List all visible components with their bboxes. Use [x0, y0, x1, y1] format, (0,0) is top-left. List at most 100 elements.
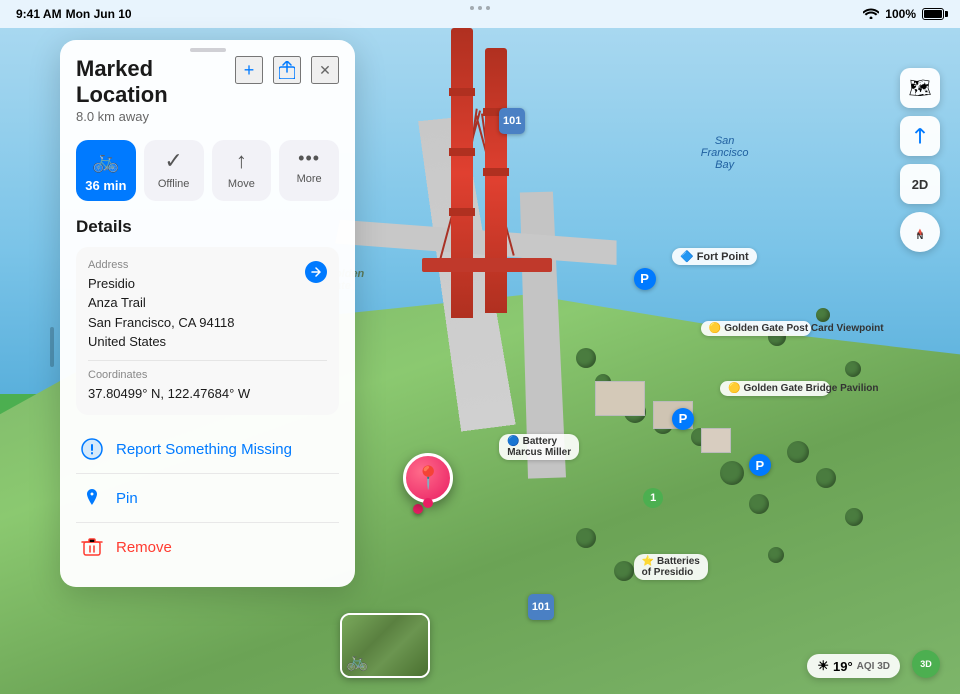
battery-label: 🔵BatteryMarcus Miller [499, 434, 579, 460]
status-bar: 9:41 AM Mon Jun 10 100% [0, 0, 960, 28]
bridge-deck [422, 258, 552, 272]
aqi-text: AQI 3D [857, 661, 890, 672]
directions-button[interactable] [900, 116, 940, 156]
remove-item[interactable]: Remove [76, 523, 339, 571]
address-content: Address Presidio Anza Trail San Francisc… [88, 259, 234, 352]
tree [787, 441, 809, 463]
status-left: 9:41 AM Mon Jun 10 [16, 7, 132, 21]
parking-badge-1: P [634, 268, 656, 290]
2d-view-button[interactable]: 2D [900, 164, 940, 204]
offline-icon: ✓ [164, 148, 182, 174]
action-buttons: 🚲 36 min ✓ Offline ↑ Move ••• More [76, 140, 339, 201]
report-missing-label: Report Something Missing [116, 441, 292, 458]
menu-items: Report Something Missing Pin Remove [76, 425, 339, 571]
top-dots [470, 6, 490, 10]
coordinates-label: Coordinates [88, 369, 327, 381]
thumbnail-icon: 🚲 [346, 651, 368, 672]
map-controls: 🗺 2D ▲ N [900, 68, 940, 252]
dot-3 [486, 6, 490, 10]
move-button[interactable]: ↑ Move [212, 140, 272, 201]
tree [749, 494, 769, 514]
offline-button[interactable]: ✓ Offline [144, 140, 204, 201]
panel-title: Marked Location [76, 56, 235, 109]
address-value: Presidio Anza Trail San Francisco, CA 94… [88, 274, 234, 352]
drag-indicator [190, 48, 226, 52]
bridge-tower-right [485, 48, 507, 313]
highway-101-bottom: 101 [528, 594, 554, 620]
sf-bay-label: SanFranciscoBay [701, 135, 749, 171]
coordinates-value: 37.80499° N, 122.47684° W [88, 384, 327, 404]
report-missing-item[interactable]: Report Something Missing [76, 425, 339, 474]
share-button[interactable] [273, 56, 301, 84]
panel-subtitle: 8.0 km away [76, 109, 235, 124]
weather-badge: ☀ 19° AQI 3D [807, 654, 900, 678]
compass-n-label: N [917, 231, 924, 241]
batteries-label: ⭐Batteriesof Presidio [634, 554, 708, 580]
cycling-button[interactable]: 🚲 36 min [76, 140, 136, 201]
address-link-icon[interactable] [305, 261, 327, 283]
add-button[interactable]: + [235, 56, 263, 84]
address-row: Address Presidio Anza Trail San Francisc… [88, 259, 327, 352]
pin-item[interactable]: Pin [76, 474, 339, 523]
pin-label: Pin [116, 490, 138, 507]
move-label: Move [228, 178, 255, 190]
trash-icon [80, 535, 104, 559]
dot-2 [478, 6, 482, 10]
tree [816, 468, 836, 488]
address-label: Address [88, 259, 234, 271]
highway-101-top: 101 [499, 108, 525, 134]
tree [720, 461, 744, 485]
remove-label: Remove [116, 539, 172, 556]
aqi-value: 3D [920, 659, 932, 669]
aqi-badge: 3D [912, 650, 940, 678]
status-date: Mon Jun 10 [66, 7, 132, 21]
map-pin-circle: 📍 [403, 453, 453, 503]
report-icon [80, 437, 104, 461]
tree [845, 361, 861, 377]
address-card: Address Presidio Anza Trail San Francisc… [76, 247, 339, 416]
panel-title-area: Marked Location 8.0 km away [76, 56, 235, 136]
tree [816, 308, 830, 322]
map-view-button[interactable]: 🗺 [900, 68, 940, 108]
location-panel: Marked Location 8.0 km away + ✕ 🚲 36 min… [60, 40, 355, 587]
panel-header-actions: + ✕ [235, 56, 339, 84]
map-pin[interactable]: 📍 [403, 453, 453, 508]
thumbnail-inner: 🚲 [342, 615, 428, 676]
cycling-time: 36 min [85, 178, 126, 193]
more-icon: ••• [298, 148, 320, 169]
close-button[interactable]: ✕ [311, 56, 339, 84]
route-badge: 1 [643, 488, 663, 508]
side-handle[interactable] [50, 327, 54, 367]
tree [576, 348, 596, 368]
move-icon: ↑ [236, 148, 247, 174]
tree [845, 508, 863, 526]
map-pin-icon: 📍 [414, 465, 441, 491]
dot-1 [470, 6, 474, 10]
building-3 [701, 428, 731, 453]
coordinates-content: Coordinates 37.80499° N, 122.47684° W [88, 369, 327, 404]
offline-label: Offline [158, 178, 190, 190]
building-1 [595, 381, 645, 416]
battery-text: 100% [885, 7, 916, 21]
map-thumbnail[interactable]: 🚲 [340, 613, 430, 678]
status-time: 9:41 AM [16, 7, 62, 21]
tree [576, 528, 596, 548]
wifi-icon [863, 7, 879, 22]
battery-icon [922, 8, 944, 20]
weather-icon: ☀ [817, 658, 829, 674]
bridge-tower-left [451, 28, 473, 318]
parking-badge-3: P [749, 454, 771, 476]
panel-header: Marked Location 8.0 km away + ✕ [76, 56, 339, 136]
more-label: More [297, 173, 322, 185]
weather-temp: 19° [833, 659, 853, 674]
pin-icon [80, 486, 104, 510]
compass-button[interactable]: ▲ N [900, 212, 940, 252]
2d-label: 2D [912, 177, 929, 192]
parking-badge-2: P [672, 408, 694, 430]
more-button[interactable]: ••• More [279, 140, 339, 201]
status-right: 100% [863, 7, 944, 22]
details-title: Details [76, 217, 339, 237]
viewpoint-label: 🟡Golden Gate Post Card Viewpoint [701, 321, 811, 336]
card-divider [88, 360, 327, 361]
fort-point-label: 🔷Fort Point [672, 248, 757, 265]
